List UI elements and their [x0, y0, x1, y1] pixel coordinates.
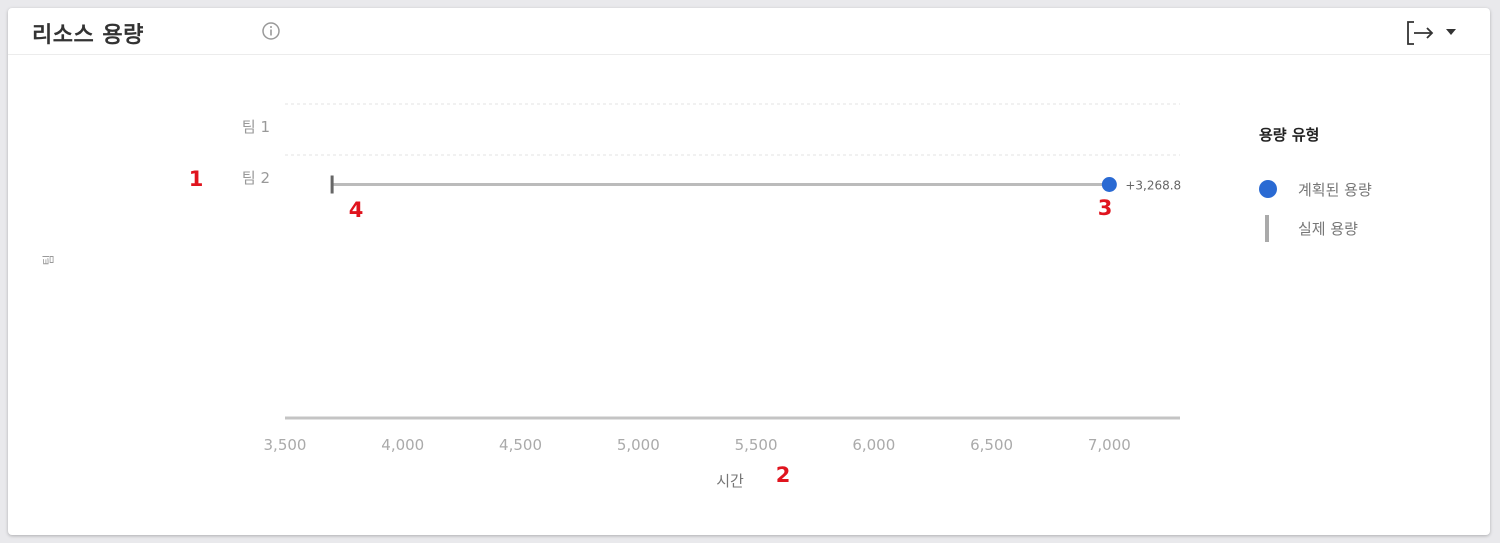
legend-swatch-planned	[1259, 180, 1277, 198]
x-tick-label: 7,000	[1088, 436, 1131, 454]
x-tick-label: 3,500	[264, 436, 307, 454]
annotation-number: 3	[1098, 196, 1113, 220]
grid	[285, 103, 1180, 156]
x-tick-label: 5,000	[617, 436, 660, 454]
x-tick-label: 6,500	[970, 436, 1013, 454]
chart-marks: +3,268.8	[330, 175, 1181, 194]
legend: 용량 유형계획된 용량실제 용량	[1259, 126, 1372, 242]
annotation-number: 4	[349, 198, 364, 222]
x-tick-label: 4,500	[499, 436, 542, 454]
y-category-label: 팀 2	[242, 169, 270, 187]
planned-capacity-point[interactable]	[1101, 177, 1117, 192]
legend-label-planned[interactable]: 계획된 용량	[1298, 181, 1372, 199]
capacity-chart: 3,500 4,000 4,500 5,000 5,500 6,000 6,500 7,000…	[42, 103, 1372, 490]
legend-label-actual[interactable]: 실제 용량	[1298, 220, 1358, 238]
data-label: +3,268.8	[1125, 179, 1181, 193]
legend-title: 용량 유형	[1259, 126, 1319, 144]
annotation-number: 2	[776, 463, 791, 487]
y-axis-title: 팀	[42, 254, 56, 265]
x-tick-label: 5,500	[735, 436, 778, 454]
annotation-number: 1	[189, 167, 204, 191]
x-axis-title: 시간	[716, 472, 744, 490]
x-axis: 3,500 4,000 4,500 5,000 5,500 6,000 6,500 7,000…	[264, 416, 1180, 490]
x-tick-label: 6,000	[852, 436, 895, 454]
y-axis: 팀 1 팀 2 팀	[42, 118, 271, 266]
legend-swatch-actual	[1265, 215, 1269, 242]
y-category-label: 팀 1	[242, 118, 270, 136]
x-tick-label: 4,000	[381, 436, 424, 454]
